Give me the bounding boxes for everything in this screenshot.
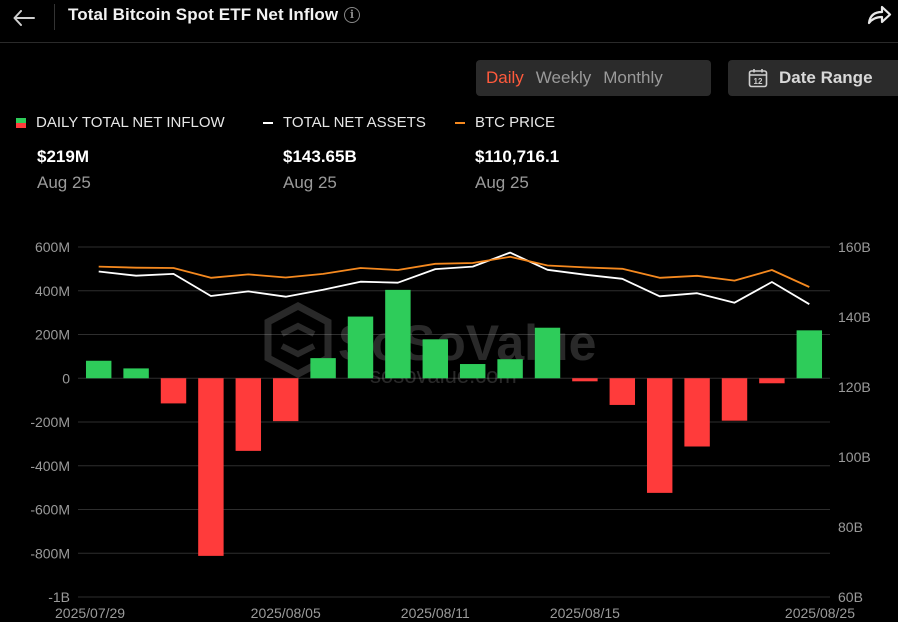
inflow-bar <box>235 378 262 451</box>
inflow-bar <box>684 378 710 447</box>
btc-price-line <box>98 255 810 288</box>
inflow-bar <box>310 358 336 379</box>
x-tick-label: 2025/08/25 <box>785 605 855 621</box>
right-axis-ticks: 160B 140B 120B 100B 80B 60B <box>838 239 871 605</box>
left-tick-label: 200M <box>35 327 70 343</box>
right-tick-label: 140B <box>838 309 871 325</box>
x-tick-label: 2025/08/11 <box>401 605 470 621</box>
x-tick-label: 2025/08/15 <box>550 605 620 621</box>
right-tick-label: 80B <box>838 519 863 535</box>
left-tick-label: 0 <box>62 370 70 386</box>
inflow-bar <box>198 378 224 556</box>
chart[interactable]: SoSoValue sosovalue.com 600M400M200M0-20… <box>0 0 898 622</box>
inflow-bar <box>796 330 823 379</box>
inflow-bar <box>759 378 785 384</box>
left-axis-ticks: 600M 400M 200M 0 -200M -400M -600M -800M -1B <box>30 239 70 605</box>
left-tick-label: 600M <box>35 239 70 255</box>
inflow-bar <box>534 327 561 379</box>
right-tick-label: 160B <box>838 239 871 255</box>
left-tick-label: -400M <box>30 458 70 474</box>
x-axis-ticks: 2025/07/29 2025/08/05 2025/08/11 2025/08/15… <box>55 605 855 621</box>
inflow-bar <box>459 364 486 379</box>
inflow-bar <box>572 378 598 382</box>
right-tick-label: 60B <box>838 589 863 605</box>
left-tick-label: -200M <box>30 414 70 430</box>
inflow-bar <box>497 359 523 379</box>
left-tick-label: 400M <box>35 283 70 299</box>
left-tick-label: -1B <box>48 589 70 605</box>
inflow-bar <box>422 339 449 379</box>
inflow-bar <box>123 368 149 379</box>
inflow-bar <box>721 378 748 421</box>
inflow-bar <box>609 378 636 405</box>
inflow-bar <box>160 378 187 404</box>
right-tick-label: 100B <box>838 449 871 465</box>
total-net-assets-line <box>98 251 810 305</box>
inflow-bar <box>646 378 673 493</box>
chart-grid <box>78 246 830 598</box>
right-tick-label: 120B <box>838 379 871 395</box>
left-tick-label: -600M <box>30 502 70 518</box>
inflow-bar <box>385 289 411 379</box>
inflow-bar <box>85 360 112 379</box>
inflow-bar <box>272 378 299 422</box>
x-tick-label: 2025/08/05 <box>251 605 321 621</box>
left-tick-label: -800M <box>30 545 70 561</box>
x-tick-label: 2025/07/29 <box>55 605 125 621</box>
inflow-bar <box>347 316 374 379</box>
chart-lines <box>98 251 810 305</box>
